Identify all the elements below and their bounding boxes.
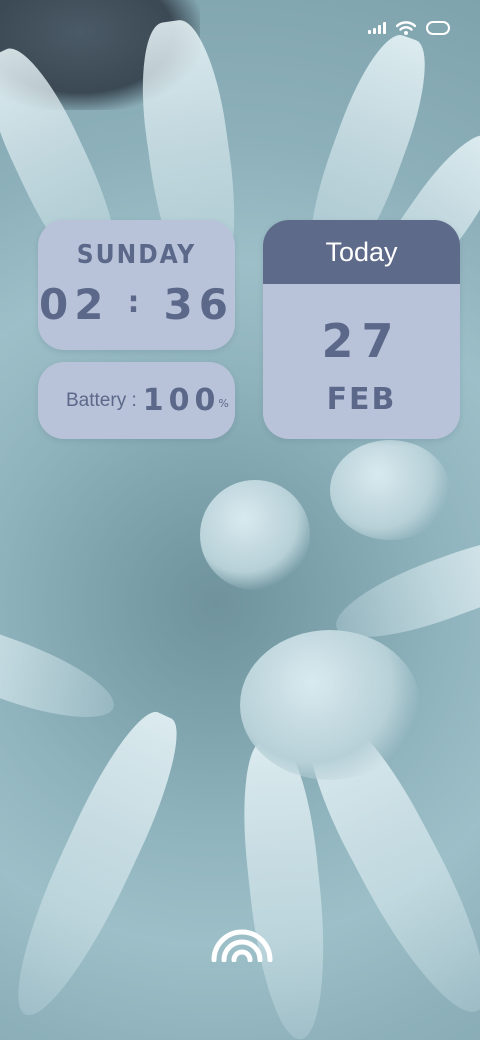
hour-value: 02 [39,280,110,329]
wallpaper-ice-blob [240,630,420,780]
cellular-signal-icon [368,22,386,34]
battery-icon [426,21,450,35]
wallpaper-icicle [0,604,124,736]
date-day-number: 27 [321,314,402,368]
date-month: FEB [326,382,397,417]
status-bar [368,14,450,42]
battery-unit: % [218,397,229,410]
weekday-label: SUNDAY [76,240,197,270]
time-separator: : [127,285,146,320]
fingerprint-unlock-icon[interactable] [210,926,274,963]
wallpaper [0,0,480,1040]
clock-widget[interactable]: SUNDAY 02 : 36 [38,220,235,350]
date-widget[interactable]: Today 27 FEB [263,220,460,439]
wallpaper-icicle [0,700,197,1030]
time-display: 02 : 36 [38,280,235,329]
wallpaper-ice-blob [330,440,450,540]
wifi-icon [396,20,416,36]
battery-row: Battery : 100 % [66,362,229,439]
battery-widget[interactable]: Battery : 100 % [38,362,235,439]
wallpaper-ice-blob [200,480,310,590]
battery-label: Battery : [66,389,137,411]
battery-value: 100 [142,383,221,418]
date-header: Today [263,220,460,284]
minute-value: 36 [163,280,234,329]
